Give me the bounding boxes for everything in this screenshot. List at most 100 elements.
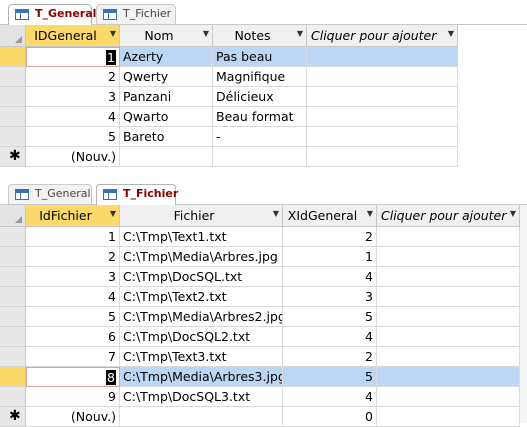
row-selector[interactable] [0,107,26,127]
dropdown-arrow-icon[interactable]: ▼ [297,29,303,38]
column-header-idfichier[interactable]: IdFichier ▼ [26,205,120,227]
cell-idgeneral[interactable]: 4 [26,107,120,127]
cell-xidgeneral[interactable]: 2 [283,227,377,247]
cell-idfichier[interactable]: 5 [26,307,120,327]
cell-xidgeneral[interactable]: 0 [283,407,377,427]
cell-idgeneral[interactable]: 5 [26,127,120,147]
cell-idfichier[interactable]: (Nouv.) [26,407,120,427]
cell-add[interactable] [377,267,520,287]
dropdown-arrow-icon[interactable]: ▼ [110,209,116,218]
cell-notes[interactable]: Magnifique [213,67,307,87]
cell-idfichier[interactable]: 9 [26,387,120,407]
cell-xidgeneral[interactable]: 4 [283,327,377,347]
cell-xidgeneral[interactable]: 3 [283,287,377,307]
cell-fichier[interactable] [120,407,283,427]
cell-fichier[interactable]: C:\Tmp\DocSQL.txt [120,267,283,287]
cell-idgeneral[interactable]: 2 [26,67,120,87]
row-selector[interactable] [0,307,26,327]
cell-notes[interactable]: Pas beau [213,47,307,67]
cell-xidgeneral[interactable]: 4 [283,267,377,287]
column-header-idgeneral[interactable]: IDGeneral ▼ [26,25,120,47]
cell-nom[interactable]: Qwerty [120,67,213,87]
cell-add[interactable] [307,67,458,87]
column-header-xidgeneral[interactable]: XIdGeneral ▼ [283,205,377,227]
row-selector[interactable] [0,227,26,247]
cell-add[interactable] [307,127,458,147]
cell-add[interactable] [377,247,520,267]
cell-idgeneral[interactable]: 1 [26,47,120,67]
row-selector[interactable] [0,327,26,347]
cell-notes[interactable]: - [213,127,307,147]
row-selector[interactable] [0,127,26,147]
cell-idfichier[interactable]: 4 [26,287,120,307]
cell-idfichier[interactable]: 2 [26,247,120,267]
cell-fichier[interactable]: C:\Tmp\Media\Arbres.jpg [120,247,283,267]
cell-nom[interactable] [120,147,213,167]
cell-idfichier[interactable]: 3 [26,267,120,287]
cell-fichier[interactable]: C:\Tmp\Text2.txt [120,287,283,307]
cell-notes[interactable]: Délicieux [213,87,307,107]
row-selector[interactable] [0,247,26,267]
cell-fichier[interactable]: C:\Tmp\DocSQL2.txt [120,327,283,347]
cell-idfichier[interactable]: 1 [26,227,120,247]
cell-nom[interactable]: Panzani [120,87,213,107]
tab-t-fichier[interactable]: T_Fichier [96,184,178,205]
cell-notes[interactable] [213,147,307,167]
tab-t-general[interactable]: T_General [8,4,96,25]
cell-xidgeneral[interactable]: 4 [283,387,377,407]
dropdown-arrow-icon[interactable]: ▼ [110,29,116,38]
column-header-notes[interactable]: Notes ▼ [213,25,307,47]
cell-add[interactable] [377,367,520,387]
row-selector[interactable] [0,387,26,407]
tab-t-general[interactable]: T_General [8,184,92,204]
cell-fichier[interactable]: C:\Tmp\Media\Arbres3.jpg [120,367,283,387]
cell-add[interactable] [377,387,520,407]
cell-add[interactable] [307,147,458,167]
cell-add[interactable] [377,407,520,427]
row-selector[interactable] [0,87,26,107]
vertical-scrollbar[interactable] [520,205,527,423]
row-selector[interactable]: ✱ [0,147,26,167]
column-header-add[interactable]: Cliquer pour ajouter ▼ [307,25,458,47]
dropdown-arrow-icon[interactable]: ▼ [203,29,209,38]
cell-idfichier[interactable]: 7 [26,347,120,367]
dropdown-arrow-icon[interactable]: ▼ [510,209,516,218]
dropdown-arrow-icon[interactable]: ▼ [367,209,373,218]
column-header-fichier[interactable]: Fichier ▼ [120,205,283,227]
tab-t-fichier[interactable]: T_Fichier [96,4,176,24]
dropdown-arrow-icon[interactable]: ▼ [273,209,279,218]
cell-fichier[interactable]: C:\Tmp\Media\Arbres2.jpg [120,307,283,327]
row-selector[interactable] [0,267,26,287]
cell-notes[interactable]: Beau format [213,107,307,127]
cell-xidgeneral[interactable]: 5 [283,367,377,387]
cell-nom[interactable]: Qwarto [120,107,213,127]
cell-xidgeneral[interactable]: 1 [283,247,377,267]
cell-add[interactable] [377,347,520,367]
cell-add[interactable] [307,47,458,67]
cell-xidgeneral[interactable]: 2 [283,347,377,367]
cell-add[interactable] [377,287,520,307]
cell-idfichier[interactable]: 8 [26,367,120,387]
cell-add[interactable] [377,227,520,247]
row-selector[interactable] [0,67,26,87]
select-all-button[interactable] [0,205,26,227]
cell-idfichier[interactable]: 6 [26,327,120,347]
row-selector[interactable]: ✱ [0,407,26,427]
cell-idgeneral[interactable]: 3 [26,87,120,107]
cell-add[interactable] [377,307,520,327]
column-header-nom[interactable]: Nom ▼ [120,25,213,47]
column-header-add[interactable]: Cliquer pour ajouter ▼ [377,205,520,227]
cell-xidgeneral[interactable]: 5 [283,307,377,327]
row-selector[interactable] [0,347,26,367]
cell-nom[interactable]: Bareto [120,127,213,147]
row-selector[interactable] [0,47,26,67]
cell-nom[interactable]: Azerty [120,47,213,67]
cell-add[interactable] [377,327,520,347]
cell-idgeneral[interactable]: (Nouv.) [26,147,120,167]
cell-add[interactable] [307,87,458,107]
cell-fichier[interactable]: C:\Tmp\Text3.txt [120,347,283,367]
select-all-button[interactable] [0,25,26,47]
row-selector[interactable] [0,287,26,307]
cell-add[interactable] [307,107,458,127]
row-selector[interactable] [0,367,26,387]
